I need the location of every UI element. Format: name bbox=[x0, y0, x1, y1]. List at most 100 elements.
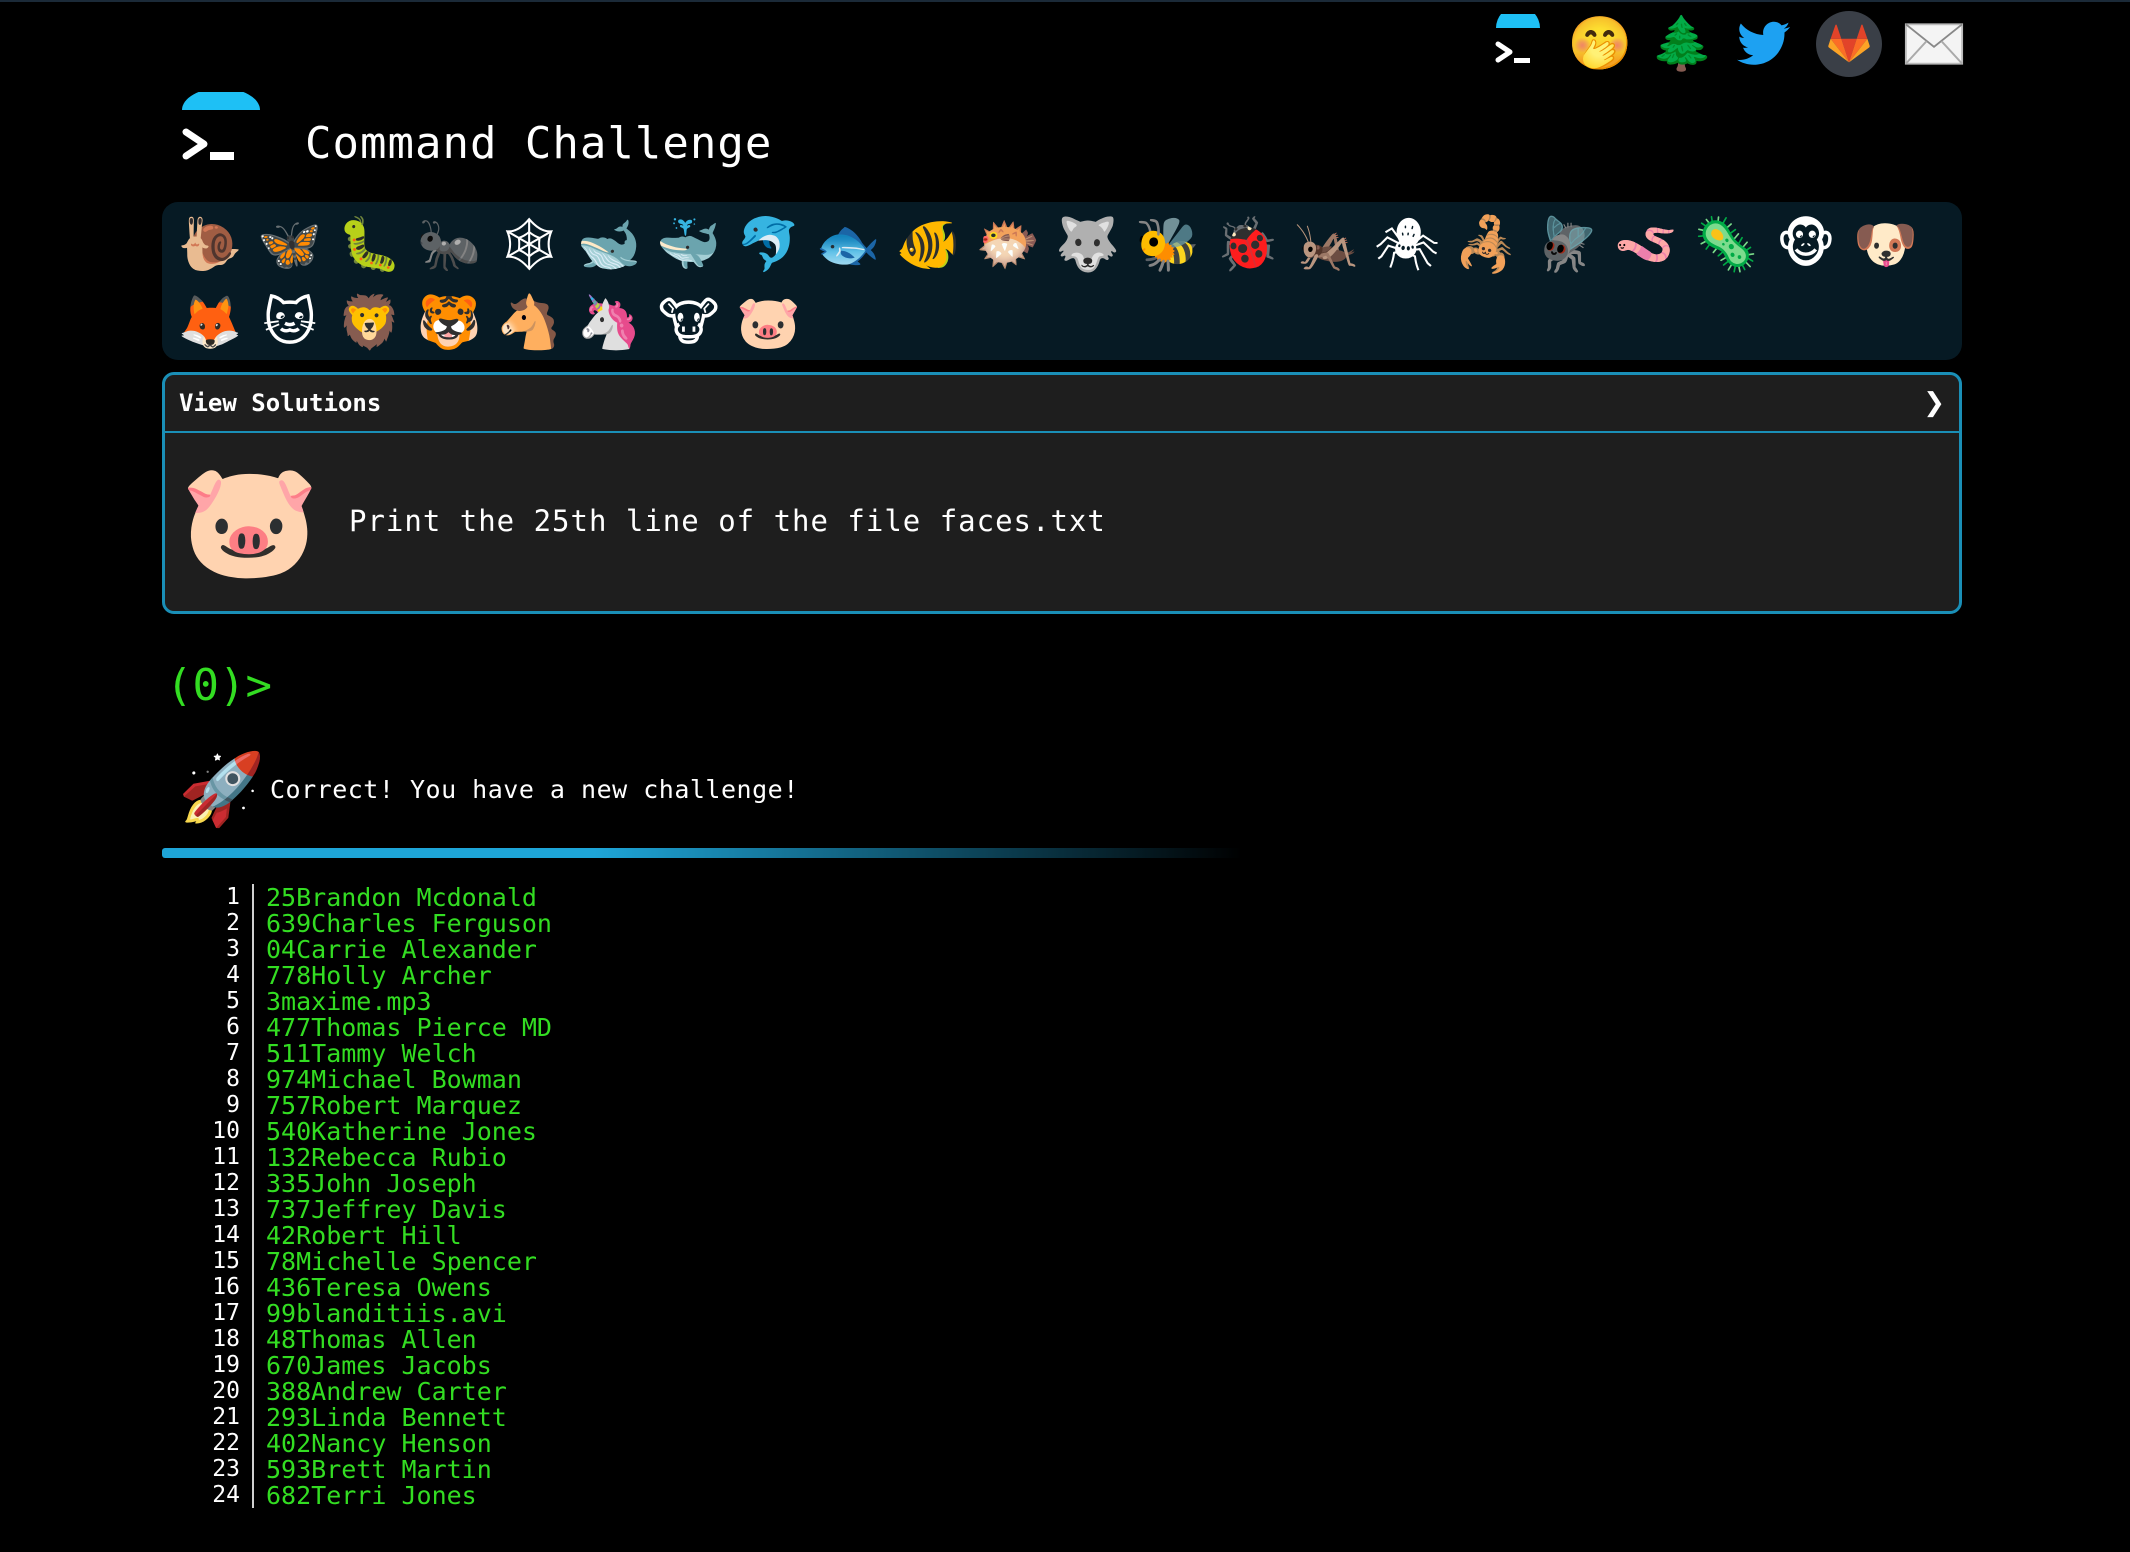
output-line: 24 682Terri Jones bbox=[200, 1480, 1000, 1510]
result-message: 🚀 Correct! You have a new challenge! bbox=[178, 748, 799, 831]
microbe-icon[interactable]: 🦠 bbox=[1686, 206, 1766, 284]
ladybug-icon[interactable]: 🐞 bbox=[1207, 206, 1287, 284]
pig-icon: 🐷 bbox=[180, 455, 320, 586]
line-number: 10 bbox=[212, 1118, 240, 1144]
line-number: 5 bbox=[226, 988, 240, 1014]
caterpillar-icon[interactable]: 🐛 bbox=[330, 206, 410, 284]
pig-icon[interactable]: 🐷 bbox=[729, 284, 809, 362]
line-text: 78Michelle Spencer bbox=[266, 1246, 537, 1276]
line-number: 17 bbox=[212, 1300, 240, 1326]
output-line: 1 25Brandon Mcdonald bbox=[200, 882, 1000, 912]
snail-icon[interactable]: 🐌 bbox=[170, 206, 250, 284]
tropical-fish-icon[interactable]: 🐠 bbox=[888, 206, 968, 284]
output-line: 19 670James Jacobs bbox=[200, 1350, 1000, 1380]
cat-icon[interactable]: 🐱 bbox=[250, 284, 330, 362]
line-number: 8 bbox=[226, 1066, 240, 1092]
gitlab-logo bbox=[1828, 24, 1870, 63]
line-text: 670James Jacobs bbox=[266, 1350, 492, 1380]
line-number: 19 bbox=[212, 1352, 240, 1378]
terminal-icon[interactable] bbox=[1488, 11, 1548, 77]
line-number: 6 bbox=[226, 1014, 240, 1040]
envelope-shape bbox=[1904, 23, 1964, 65]
scorpion-icon[interactable]: 🦂 bbox=[1447, 206, 1527, 284]
output-line: 22 402Nancy Henson bbox=[200, 1429, 1000, 1458]
line-number: 20 bbox=[212, 1378, 240, 1404]
butterfly-icon[interactable]: 🦋 bbox=[250, 206, 330, 284]
spider-web-icon[interactable]: 🕸 bbox=[489, 206, 569, 284]
monkey-icon[interactable]: 🐵 bbox=[1766, 206, 1846, 284]
mail-icon[interactable] bbox=[1904, 11, 1964, 77]
output-line: 12 335John Joseph bbox=[200, 1168, 1000, 1198]
fox-icon[interactable]: 🦊 bbox=[170, 284, 250, 362]
line-text: 293Linda Bennett bbox=[266, 1402, 507, 1432]
line-number: 24 bbox=[212, 1482, 240, 1508]
prompt-text: (0)> bbox=[166, 660, 272, 711]
line-number: 22 bbox=[212, 1430, 240, 1456]
line-text: 04Carrie Alexander bbox=[266, 934, 537, 964]
line-text: 593Brett Martin bbox=[266, 1454, 492, 1484]
challenge-description: Print the 25th line of the file faces.tx… bbox=[349, 504, 1106, 538]
line-text: 757Robert Marquez bbox=[266, 1090, 522, 1120]
line-text: 48Thomas Allen bbox=[266, 1324, 477, 1354]
output-line: 3 04Carrie Alexander bbox=[200, 934, 1000, 964]
command-output: 1 25Brandon Mcdonald 2 639Charles Ferguson 3… bbox=[200, 882, 1000, 1510]
whale-icon[interactable]: 🐋 bbox=[569, 206, 649, 284]
unicorn-icon[interactable]: 🦄 bbox=[569, 284, 649, 362]
line-text: 511Tammy Welch bbox=[266, 1038, 477, 1068]
line-number: 13 bbox=[212, 1196, 240, 1222]
line-number: 18 bbox=[212, 1326, 240, 1352]
fly-icon[interactable]: 🪰 bbox=[1527, 206, 1607, 284]
output-line: 13 737Jeffrey Davis bbox=[200, 1194, 1000, 1224]
spouting-whale-icon[interactable]: 🐳 bbox=[649, 206, 729, 284]
blowfish-icon[interactable]: 🐡 bbox=[968, 206, 1048, 284]
line-text: 335John Joseph bbox=[266, 1168, 477, 1198]
line-text: 25Brandon Mcdonald bbox=[266, 882, 537, 912]
tree-icon[interactable]: 🌲 bbox=[1650, 11, 1715, 77]
horse-icon[interactable]: 🐴 bbox=[489, 284, 569, 362]
line-text: 737Jeffrey Davis bbox=[266, 1194, 507, 1224]
output-line: 18 48Thomas Allen bbox=[200, 1324, 1000, 1354]
worm-icon[interactable]: 🪱 bbox=[1606, 206, 1686, 284]
output-line: 23 593Brett Martin bbox=[200, 1454, 1000, 1484]
ant-icon[interactable]: 🐜 bbox=[409, 206, 489, 284]
line-text: 540Katherine Jones bbox=[266, 1116, 537, 1146]
line-number: 23 bbox=[212, 1456, 240, 1482]
chevron-right-icon: ❯ bbox=[1923, 388, 1945, 418]
output-line: 2 639Charles Ferguson bbox=[200, 908, 1000, 938]
line-number: 3 bbox=[226, 936, 240, 962]
line-number: 7 bbox=[226, 1040, 240, 1066]
fish-icon[interactable]: 🐟 bbox=[808, 206, 888, 284]
output-line: 11 132Rebecca Rubio bbox=[200, 1142, 1000, 1172]
tiger-icon[interactable]: 🐯 bbox=[409, 284, 489, 362]
challenge-panel: View Solutions ❯ 🐷 Print the 25th line o… bbox=[162, 372, 1962, 614]
line-number: 16 bbox=[212, 1274, 240, 1300]
gitlab-icon[interactable] bbox=[1816, 11, 1882, 77]
line-number: 1 bbox=[226, 884, 240, 910]
command-challenge-logo bbox=[182, 92, 260, 160]
cricket-icon[interactable]: 🦗 bbox=[1287, 206, 1367, 284]
output-line: 9 757Robert Marquez bbox=[200, 1090, 1000, 1120]
spider-icon[interactable]: 🕷 bbox=[1367, 206, 1447, 284]
output-line: 5 3maxime.mp3 bbox=[200, 987, 1000, 1016]
line-number: 9 bbox=[226, 1092, 240, 1118]
line-text: 132Rebecca Rubio bbox=[266, 1142, 507, 1172]
command-prompt[interactable]: (0)> bbox=[166, 660, 272, 711]
twitter-icon[interactable] bbox=[1734, 11, 1794, 77]
output-line: 17 99blanditiis.avi bbox=[200, 1299, 1000, 1328]
output-line: 4 778Holly Archer bbox=[200, 960, 1000, 990]
dolphin-icon[interactable]: 🐬 bbox=[729, 206, 809, 284]
line-text: 778Holly Archer bbox=[266, 960, 492, 990]
view-solutions-toggle[interactable]: View Solutions ❯ bbox=[165, 375, 1959, 433]
top-nav: 🤭 🌲 bbox=[1488, 6, 1964, 82]
dog-icon[interactable]: 🐶 bbox=[1846, 206, 1926, 284]
output-line: 16 436Teresa Owens bbox=[200, 1273, 1000, 1302]
bee-icon[interactable]: 🐝 bbox=[1128, 206, 1208, 284]
wolf-icon[interactable]: 🐺 bbox=[1048, 206, 1128, 284]
line-text: 639Charles Ferguson bbox=[266, 908, 552, 938]
lion-icon[interactable]: 🦁 bbox=[330, 284, 410, 362]
shush-face-icon[interactable]: 🤭 bbox=[1568, 11, 1633, 77]
line-number: 21 bbox=[212, 1404, 240, 1430]
cow-icon[interactable]: 🐮 bbox=[649, 284, 729, 362]
line-text: 682Terri Jones bbox=[266, 1480, 477, 1510]
line-text: 477Thomas Pierce MD bbox=[266, 1012, 552, 1042]
